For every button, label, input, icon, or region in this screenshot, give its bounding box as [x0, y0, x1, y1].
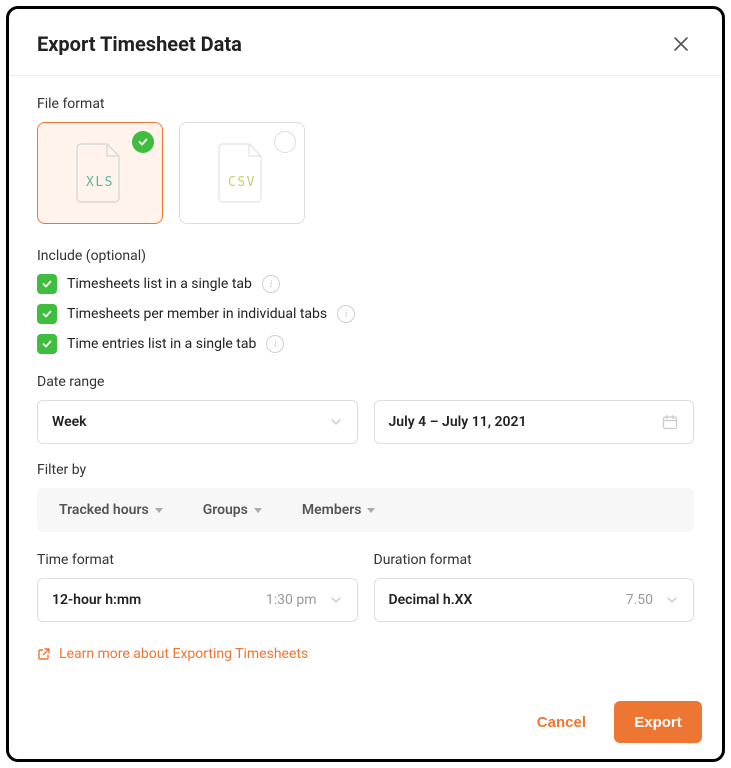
- file-csv-icon: CSV: [217, 142, 267, 204]
- info-icon[interactable]: i: [262, 275, 280, 293]
- file-format-option-csv[interactable]: CSV: [179, 122, 305, 224]
- calendar-icon: [661, 413, 679, 431]
- file-xls-icon: XLS: [75, 142, 125, 204]
- modal-body: File format XLS CSV: [9, 76, 722, 685]
- filter-label: Groups: [203, 502, 248, 518]
- filter-bar: Tracked hours Groups Members: [37, 488, 694, 532]
- include-item-label: Time entries list in a single tab: [67, 336, 256, 352]
- file-format-options: XLS CSV: [37, 122, 694, 224]
- check-icon: [41, 308, 53, 320]
- file-format-option-xls[interactable]: XLS: [37, 122, 163, 224]
- time-format-select[interactable]: 12-hour h:mm 1:30 pm: [37, 578, 358, 622]
- checkbox-time-entries[interactable]: [37, 334, 57, 354]
- caret-down-icon: [367, 508, 375, 513]
- check-icon: [41, 278, 53, 290]
- date-range-value: July 4 – July 11, 2021: [389, 414, 527, 430]
- file-format-label: File format: [37, 96, 694, 112]
- export-button[interactable]: Export: [614, 701, 702, 743]
- select-value: Decimal h.XX: [389, 592, 473, 608]
- include-label: Include (optional): [37, 248, 694, 264]
- include-item-label: Timesheets list in a single tab: [67, 276, 252, 292]
- close-button[interactable]: [668, 31, 694, 57]
- filter-groups[interactable]: Groups: [195, 496, 270, 524]
- checkbox-timesheets-list[interactable]: [37, 274, 57, 294]
- check-badge-icon: [132, 131, 154, 153]
- time-format-example: 1:30 pm: [266, 592, 317, 608]
- export-timesheet-modal: Export Timesheet Data File format XLS: [6, 6, 725, 762]
- chevron-down-icon: [665, 593, 679, 607]
- include-list: Timesheets list in a single tab i Timesh…: [37, 274, 694, 354]
- modal-footer: Cancel Export: [9, 685, 722, 759]
- include-item: Timesheets per member in individual tabs…: [37, 304, 694, 324]
- svg-text:CSV: CSV: [228, 175, 256, 190]
- chevron-down-icon: [329, 593, 343, 607]
- filter-label: Tracked hours: [59, 502, 149, 518]
- date-range-label: Date range: [37, 374, 694, 390]
- cancel-button[interactable]: Cancel: [517, 701, 606, 743]
- filter-label: Members: [302, 502, 362, 518]
- learn-more-text: Learn more about Exporting Timesheets: [59, 646, 308, 662]
- include-item-label: Timesheets per member in individual tabs: [67, 306, 327, 322]
- select-value: 12-hour h:mm: [52, 592, 141, 608]
- empty-badge-icon: [274, 131, 296, 153]
- date-range-picker[interactable]: July 4 – July 11, 2021: [374, 400, 695, 444]
- date-range-preset-select[interactable]: Week: [37, 400, 358, 444]
- duration-format-select[interactable]: Decimal h.XX 7.50: [374, 578, 695, 622]
- external-link-icon: [37, 647, 51, 661]
- time-format-label: Time format: [37, 552, 358, 568]
- modal-title: Export Timesheet Data: [37, 32, 242, 56]
- select-value: Week: [52, 414, 87, 430]
- filter-members[interactable]: Members: [294, 496, 384, 524]
- checkbox-timesheets-per-member[interactable]: [37, 304, 57, 324]
- modal-header: Export Timesheet Data: [9, 9, 722, 76]
- check-icon: [41, 338, 53, 350]
- info-icon[interactable]: i: [266, 335, 284, 353]
- include-item: Timesheets list in a single tab i: [37, 274, 694, 294]
- info-icon[interactable]: i: [337, 305, 355, 323]
- svg-text:XLS: XLS: [86, 175, 114, 190]
- caret-down-icon: [155, 508, 163, 513]
- filter-by-label: Filter by: [37, 462, 694, 478]
- filter-tracked-hours[interactable]: Tracked hours: [51, 496, 171, 524]
- include-item: Time entries list in a single tab i: [37, 334, 694, 354]
- chevron-down-icon: [329, 415, 343, 429]
- close-icon: [672, 35, 690, 53]
- learn-more-link[interactable]: Learn more about Exporting Timesheets: [37, 646, 308, 662]
- duration-format-example: 7.50: [626, 592, 653, 608]
- duration-format-label: Duration format: [374, 552, 695, 568]
- caret-down-icon: [254, 508, 262, 513]
